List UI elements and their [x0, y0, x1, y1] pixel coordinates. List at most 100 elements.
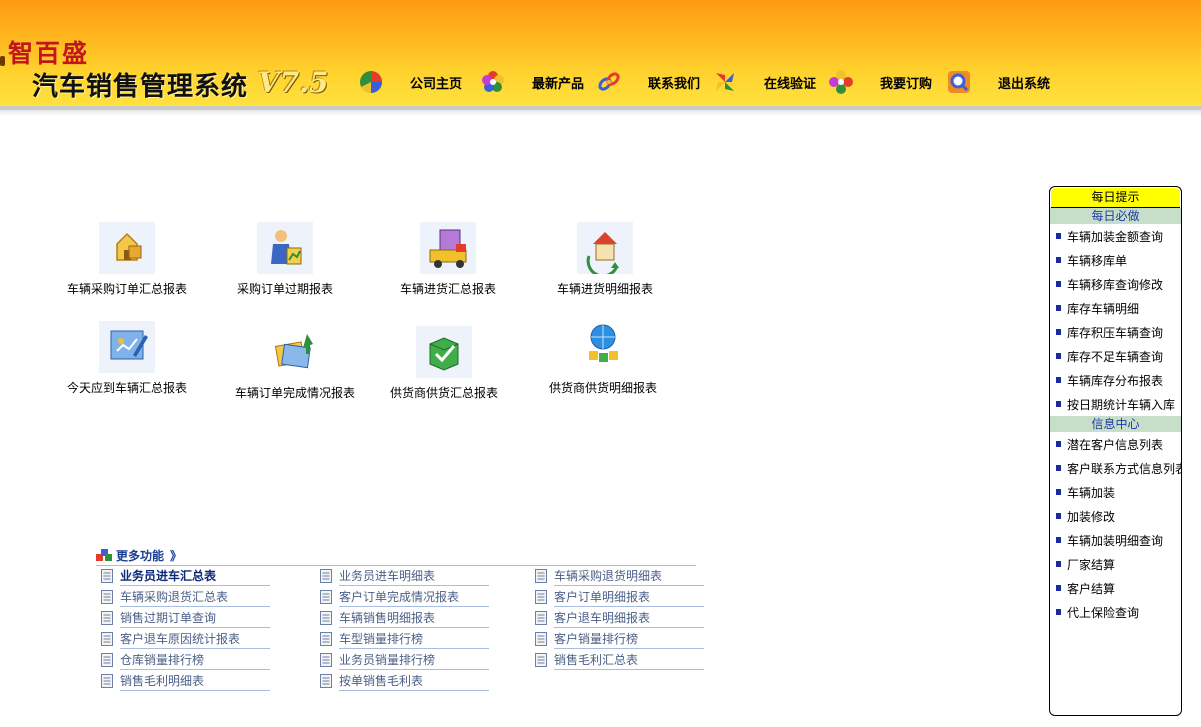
panel-item[interactable]: 代上保险查询: [1050, 600, 1181, 624]
nav-label: 联系我们: [648, 76, 701, 92]
panel-item-label: 车辆加装明细查询: [1067, 533, 1164, 548]
pie-chart-icon: [360, 71, 382, 94]
panel-item[interactable]: 客户结算: [1050, 576, 1181, 600]
link-label: 车辆销售明细报表: [339, 609, 489, 628]
panel-item[interactable]: 库存积压车辆查询: [1050, 320, 1181, 344]
link-order-gross-profit[interactable]: 按单销售毛利表: [320, 671, 489, 691]
folders-arrow-icon: [267, 326, 323, 378]
report-today-arrival-summary[interactable]: 今天应到车辆汇总报表: [47, 321, 207, 396]
link-model-sales-rank[interactable]: 车型销量排行榜: [320, 629, 489, 649]
link-customer-order-completion[interactable]: 客户订单完成情况报表: [320, 587, 489, 607]
link-vehicle-sales-detail[interactable]: 车辆销售明细报表: [320, 608, 489, 628]
link-salesman-stock-detail[interactable]: 业务员进车明细表: [320, 566, 489, 586]
document-icon: [535, 569, 547, 583]
panel-item[interactable]: 客户联系方式信息列表: [1050, 456, 1181, 480]
panel-item[interactable]: 库存不足车辆查询: [1050, 344, 1181, 368]
link-customer-order-detail[interactable]: 客户订单明细报表: [535, 587, 704, 607]
daily-tips-panel: 每日提示 每日必做 车辆加装金额查询 车辆移库单 车辆移库查询修改 库存车辆明细…: [1049, 186, 1182, 716]
panel-item-label: 车辆库存分布报表: [1067, 373, 1164, 388]
document-icon: [101, 674, 113, 688]
report-label: 车辆采购订单汇总报表: [66, 282, 187, 296]
link-label: 按单销售毛利表: [339, 672, 489, 691]
document-icon: [320, 653, 332, 667]
panel-item-label: 厂家结算: [1067, 557, 1116, 572]
globe-people-icon: [575, 321, 631, 373]
report-label: 采购订单过期报表: [236, 282, 333, 296]
report-stock-in-detail[interactable]: 车辆进货明细报表: [525, 222, 685, 297]
panel-item[interactable]: 车辆加装金额查询: [1050, 224, 1181, 248]
bullet-icon: [1056, 281, 1061, 287]
bullet-icon: [1056, 609, 1061, 615]
panel-item[interactable]: 按日期统计车辆入库: [1050, 392, 1181, 416]
document-icon: [535, 632, 547, 646]
nav-logout[interactable]: 退出系统: [946, 68, 1050, 96]
nav-verify[interactable]: 在线验证: [712, 68, 816, 96]
panel-item-label: 加装修改: [1067, 509, 1116, 524]
link-gross-profit-summary[interactable]: 销售毛利汇总表: [535, 650, 704, 670]
nav-products[interactable]: 最新产品: [480, 68, 584, 96]
link-customer-return-detail[interactable]: 客户退车明细报表: [535, 608, 704, 628]
report-purchase-order-summary[interactable]: 车辆采购订单汇总报表: [47, 222, 207, 297]
panel-item-label: 车辆加装: [1067, 485, 1116, 500]
truck-icon: [420, 222, 476, 274]
report-purchase-order-overdue[interactable]: 采购订单过期报表: [205, 222, 365, 297]
bullet-icon: [1056, 401, 1061, 407]
link-overdue-sales-order[interactable]: 销售过期订单查询: [101, 608, 270, 628]
document-icon: [535, 611, 547, 625]
report-supplier-summary[interactable]: 供货商供货汇总报表: [364, 326, 524, 401]
nav-order[interactable]: 我要订购: [828, 68, 932, 96]
panel-item[interactable]: 车辆移库单: [1050, 248, 1181, 272]
bullet-icon: [1056, 257, 1061, 263]
document-icon: [101, 632, 113, 646]
bullet-icon: [1056, 233, 1061, 239]
panel-item[interactable]: 车辆库存分布报表: [1050, 368, 1181, 392]
nav-contact[interactable]: 联系我们: [596, 68, 700, 96]
panel-item[interactable]: 车辆移库查询修改: [1050, 272, 1181, 296]
document-icon: [101, 590, 113, 604]
link-salesman-stock-summary[interactable]: 业务员进车汇总表: [101, 566, 270, 586]
link-label: 仓库销量排行榜: [120, 651, 270, 670]
nav-label: 退出系统: [998, 76, 1051, 92]
more-functions-title: 更多功能: [116, 548, 165, 563]
nav-label: 公司主页: [410, 76, 463, 92]
link-customer-sales-rank[interactable]: 客户销量排行榜: [535, 629, 704, 649]
panel-item[interactable]: 车辆加装: [1050, 480, 1181, 504]
document-icon: [320, 590, 332, 604]
document-icon: [320, 674, 332, 688]
document-icon: [535, 653, 547, 667]
link-label: 客户订单完成情况报表: [339, 588, 489, 607]
link-label: 销售过期订单查询: [120, 609, 270, 628]
bullet-icon: [1056, 353, 1061, 359]
panel-item-label: 代上保险查询: [1067, 605, 1140, 620]
panel-item-label: 库存积压车辆查询: [1067, 325, 1164, 340]
bullet-icon: [1056, 513, 1061, 519]
panel-item[interactable]: 加装修改: [1050, 504, 1181, 528]
link-return-reason-stats[interactable]: 客户退车原因统计报表: [101, 629, 270, 649]
panel-item[interactable]: 车辆加装明细查询: [1050, 528, 1181, 552]
panel-item-label: 潜在客户信息列表: [1067, 437, 1164, 452]
panel-item[interactable]: 库存车辆明细: [1050, 296, 1181, 320]
document-icon: [101, 611, 113, 625]
document-icon: [101, 569, 113, 583]
report-stock-in-summary[interactable]: 车辆进货汇总报表: [368, 222, 528, 297]
link-label: 客户销量排行榜: [554, 630, 704, 649]
report-supplier-detail[interactable]: 供货商供货明细报表: [523, 321, 683, 396]
document-icon: [320, 632, 332, 646]
panel-item-label: 客户结算: [1067, 581, 1116, 596]
nav-label: 最新产品: [532, 76, 585, 92]
link-purchase-return-detail[interactable]: 车辆采购退货明细表: [535, 566, 704, 586]
link-gross-profit-detail[interactable]: 销售毛利明细表: [101, 671, 270, 691]
more-functions-arrows: 》: [170, 548, 183, 563]
document-icon: [320, 611, 332, 625]
app-version: V7.5: [258, 66, 329, 99]
link-purchase-return-summary[interactable]: 车辆采购退货汇总表: [101, 587, 270, 607]
panel-item[interactable]: 潜在客户信息列表: [1050, 432, 1181, 456]
panel-item[interactable]: 厂家结算: [1050, 552, 1181, 576]
link-warehouse-sales-rank[interactable]: 仓库销量排行榜: [101, 650, 270, 670]
panel-item-label: 车辆移库单: [1067, 253, 1128, 268]
nav-home[interactable]: 公司主页: [358, 68, 462, 96]
bullet-icon: [1056, 585, 1061, 591]
link-salesman-sales-rank[interactable]: 业务员销量排行榜: [320, 650, 489, 670]
report-order-completion[interactable]: 车辆订单完成情况报表: [215, 326, 375, 401]
panel-item-label: 客户联系方式信息列表: [1067, 461, 1181, 476]
